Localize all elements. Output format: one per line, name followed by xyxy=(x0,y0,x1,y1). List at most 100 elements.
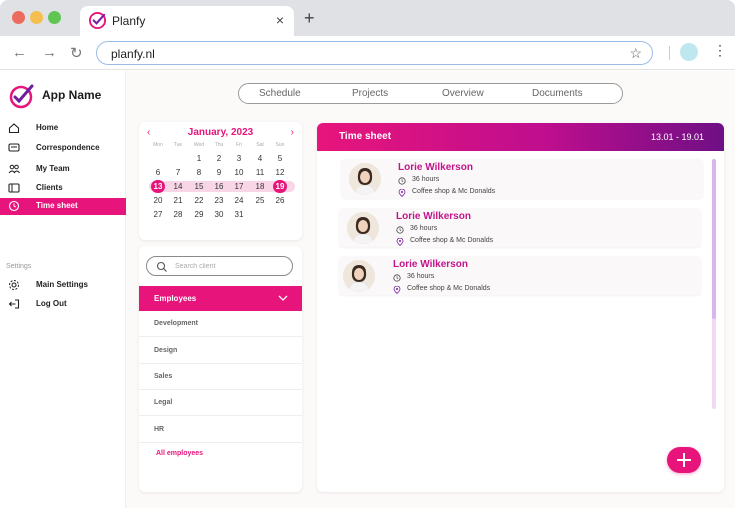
weekday-label: Thu xyxy=(214,142,224,148)
message-icon xyxy=(8,143,20,152)
browser-tab[interactable]: Planfy × xyxy=(80,6,294,36)
tab-title: Planfy xyxy=(112,14,146,28)
weekday-label: Sat xyxy=(256,142,264,148)
close-window-button[interactable] xyxy=(12,11,25,24)
timesheet-entry[interactable]: Lorie Wilkerson 36 hours Coffee shop & Mc … xyxy=(341,159,703,198)
calendar-day[interactable]: 24 xyxy=(229,195,249,206)
chevron-down-icon xyxy=(278,295,288,301)
timesheet-entry[interactable]: Lorie Wilkerson 36 hours Coffee shop & Mc … xyxy=(339,256,701,295)
calendar-day[interactable]: 6 xyxy=(148,167,168,178)
tab-close-icon[interactable]: × xyxy=(276,12,284,28)
url-text: planfy.nl xyxy=(111,47,155,61)
calendar-day[interactable]: 14 xyxy=(168,181,188,192)
department-item-sales[interactable]: Sales xyxy=(139,364,302,390)
calendar-day[interactable]: 31 xyxy=(229,209,249,220)
minimize-window-button[interactable] xyxy=(30,11,43,24)
sidebar-item-correspondence[interactable]: Correspondence xyxy=(0,140,126,157)
department-label: HR xyxy=(154,426,165,433)
tab-schedule[interactable]: Schedule xyxy=(259,88,301,99)
calendar-day[interactable]: 7 xyxy=(168,167,188,178)
add-entry-button[interactable] xyxy=(667,447,701,473)
sidebar: App Name Home Correspondence My Team Cli… xyxy=(0,71,126,508)
calendar-day[interactable]: 23 xyxy=(209,195,229,206)
timesheet-entry[interactable]: Lorie Wilkerson 36 hours Coffee shop & Mc … xyxy=(339,208,701,247)
calendar-day[interactable]: 11 xyxy=(250,167,270,178)
sidebar-item-time-sheet[interactable]: Time sheet xyxy=(0,198,126,215)
calendar-day[interactable]: 9 xyxy=(209,167,229,178)
forward-icon[interactable]: → xyxy=(42,44,57,61)
calendar-day[interactable]: 16 xyxy=(209,181,229,192)
search-box[interactable] xyxy=(146,256,293,276)
calendar-day[interactable]: 18 xyxy=(250,181,270,192)
sidebar-item-label: Home xyxy=(36,123,59,132)
sidebar-item-label: My Team xyxy=(36,164,70,173)
calendar-day[interactable]: 30 xyxy=(209,209,229,220)
tab-overview[interactable]: Overview xyxy=(442,88,484,99)
weekday-label: Wed xyxy=(193,142,205,148)
hours-value: 36 hours xyxy=(412,176,440,183)
weekday-label: Fri xyxy=(236,142,242,148)
calendar-day[interactable]: 2 xyxy=(209,153,229,164)
app-logo-icon xyxy=(9,84,34,109)
calendar-day[interactable]: 12 xyxy=(270,167,290,178)
department-label: Sales xyxy=(154,373,173,380)
location-value: Coffee shop & Mc Donalds xyxy=(412,188,496,195)
weekday-label: Mon xyxy=(153,142,163,148)
calendar-day[interactable]: 27 xyxy=(148,209,168,220)
sidebar-item-home[interactable]: Home xyxy=(0,120,126,137)
calendar-day[interactable]: 17 xyxy=(229,181,249,192)
employee-name: Lorie Wilkerson xyxy=(398,162,473,173)
calendar-day[interactable]: 21 xyxy=(168,195,188,206)
calendar-day[interactable]: 22 xyxy=(189,195,209,206)
sidebar-item-log-out[interactable]: Log Out xyxy=(0,296,126,313)
department-item-legal[interactable]: Legal xyxy=(139,390,302,416)
scrollbar-thumb[interactable] xyxy=(712,159,716,319)
sidebar-item-my-team[interactable]: My Team xyxy=(0,161,126,178)
calendar-day[interactable]: 5 xyxy=(270,153,290,164)
department-item-hr[interactable]: HR xyxy=(139,417,302,443)
tab-projects[interactable]: Projects xyxy=(352,88,388,99)
person-avatar-icon xyxy=(347,212,379,244)
calendar-day[interactable]: 29 xyxy=(189,209,209,220)
calendar-day[interactable]: 8 xyxy=(189,167,209,178)
employees-dropdown[interactable]: Employees xyxy=(139,286,302,311)
all-employees-link[interactable]: All employees xyxy=(156,450,203,457)
search-input[interactable] xyxy=(175,260,285,272)
tab-documents[interactable]: Documents xyxy=(532,88,583,99)
sidebar-item-label: Time sheet xyxy=(36,201,78,210)
calendar-day[interactable]: 19 xyxy=(270,180,290,193)
calendar-day[interactable]: 10 xyxy=(229,167,249,178)
address-bar[interactable]: planfy.nl ☆ xyxy=(96,41,653,65)
location-value: Coffee shop & Mc Donalds xyxy=(410,237,494,244)
sidebar-item-main-settings[interactable]: Main Settings xyxy=(0,277,126,294)
calendar-day[interactable]: 20 xyxy=(148,195,168,206)
calendar-day[interactable]: 25 xyxy=(250,195,270,206)
location-pin-icon xyxy=(393,286,401,294)
back-icon[interactable]: ← xyxy=(12,44,27,61)
department-label: Design xyxy=(154,347,178,354)
calendar-day[interactable]: 15 xyxy=(189,181,209,192)
bookmark-star-icon[interactable]: ☆ xyxy=(629,45,642,62)
calendar-day[interactable]: 3 xyxy=(229,153,249,164)
sidebar-item-label: Clients xyxy=(36,183,63,192)
reload-icon[interactable]: ↻ xyxy=(70,44,83,62)
employees-dropdown-label: Employees xyxy=(154,294,197,303)
calendar-day[interactable]: 26 xyxy=(270,195,290,206)
sidebar-item-label: Main Settings xyxy=(36,280,89,289)
profile-avatar[interactable] xyxy=(680,43,698,61)
person-avatar-icon xyxy=(349,163,381,195)
top-tabs: Schedule Projects Overview Documents xyxy=(238,83,623,104)
browser-tab-strip: Planfy × + xyxy=(0,0,735,36)
department-item-development[interactable]: Development xyxy=(139,311,302,337)
new-tab-button[interactable]: + xyxy=(304,8,315,29)
maximize-window-button[interactable] xyxy=(48,11,61,24)
department-item-design[interactable]: Design xyxy=(139,338,302,364)
calendar-day[interactable]: 4 xyxy=(250,153,270,164)
sidebar-item-clients[interactable]: Clients xyxy=(0,180,126,197)
sidebar-item-label: Correspondence xyxy=(36,143,100,152)
calendar-day[interactable]: 1 xyxy=(189,153,209,164)
browser-menu-icon[interactable]: ⋮ xyxy=(713,42,727,59)
timesheet-header: Time sheet 13.01 - 19.01 xyxy=(317,123,724,151)
calendar-day[interactable]: 13 xyxy=(148,180,168,193)
calendar-day[interactable]: 28 xyxy=(168,209,188,220)
